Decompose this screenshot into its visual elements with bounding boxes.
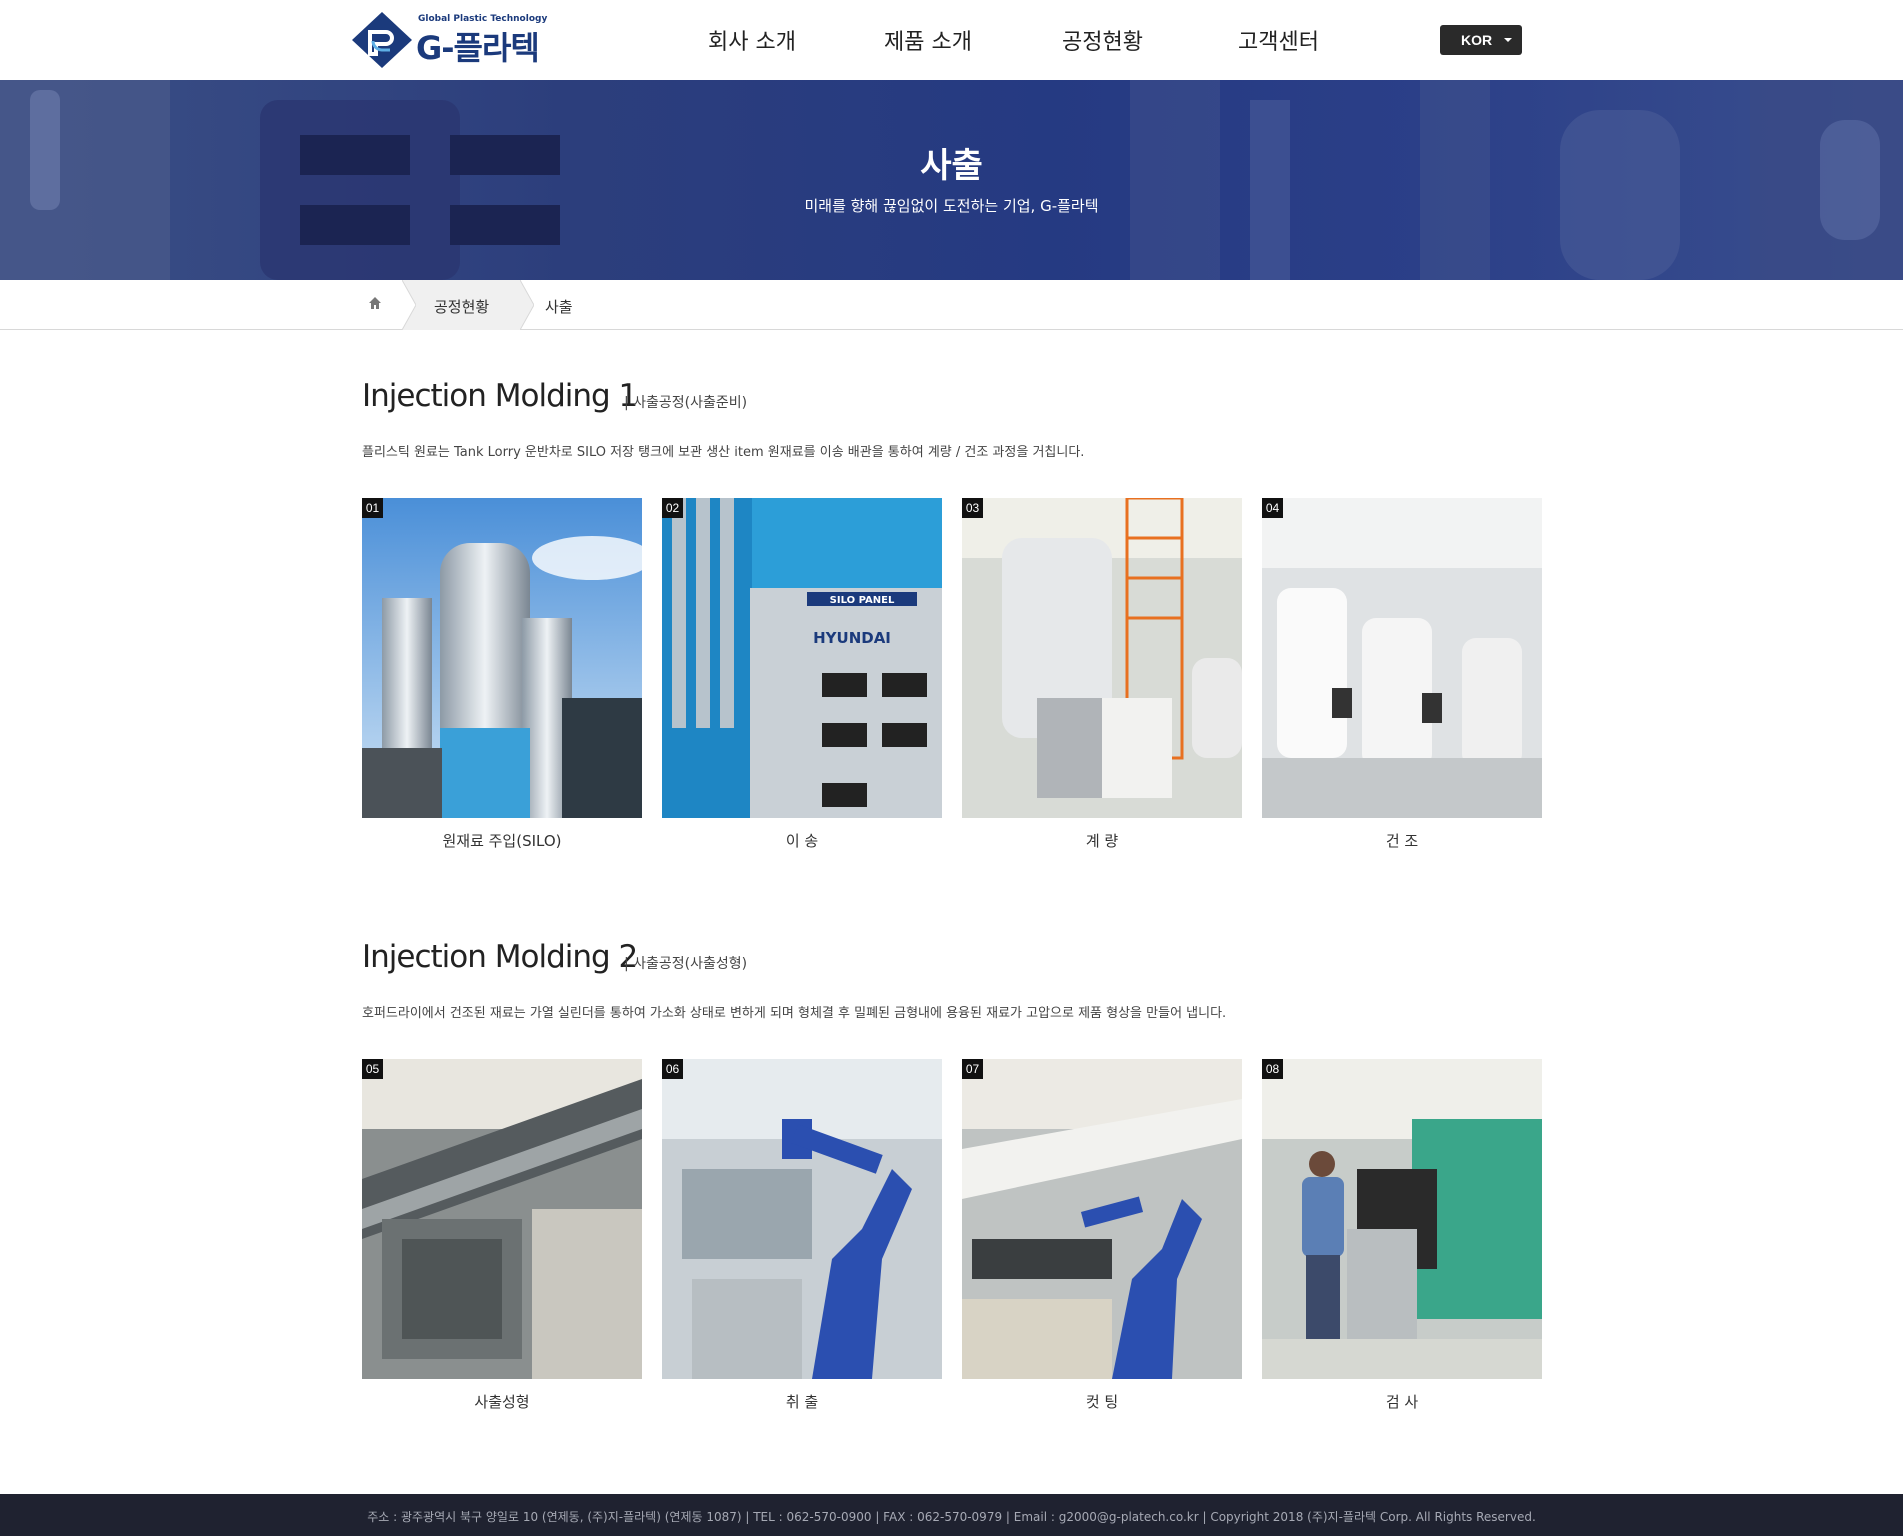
panel-label: SILO PANEL <box>830 595 895 606</box>
breadcrumb: 공정현황 사출 <box>0 280 1903 330</box>
card-caption: 사출성형 <box>474 1393 530 1411</box>
section-description: 플리스틱 원료는 Tank Lorry 운반차로 SILO 저장 탱크에 보관 … <box>362 445 1085 460</box>
banner-title: 사출 <box>920 146 983 186</box>
card-number: 03 <box>962 498 983 518</box>
card-number: 05 <box>362 1059 383 1079</box>
card-number: 07 <box>962 1059 983 1079</box>
metering-photo <box>962 498 1242 818</box>
banner-subtitle: 미래를 향해 끊임없이 도전하는 기업, G-플라텍 <box>804 197 1099 215</box>
card-number: 02 <box>662 498 683 518</box>
silo-panel-photo: SILO PANEL HYUNDAI <box>662 498 942 818</box>
language-select[interactable]: KOR <box>1440 25 1522 55</box>
nav-item-process[interactable]: 공정현황 <box>1062 24 1143 56</box>
section-subtitle: | 사출공정(사출성형) <box>624 956 748 972</box>
home-icon <box>369 297 381 309</box>
card-caption: 건 조 <box>1385 832 1419 850</box>
breadcrumb-separator-icon <box>520 280 534 330</box>
card-caption: 계 량 <box>1085 832 1119 850</box>
process-card-transfer[interactable]: SILO PANEL HYUNDAI 02 <box>662 498 942 818</box>
section-title: Injection Molding 2 <box>362 939 638 975</box>
process-card-metering[interactable]: 03 <box>962 498 1242 818</box>
card-caption: 컷 팅 <box>1085 1393 1119 1411</box>
breadcrumb-level1[interactable]: 공정현황 <box>402 280 520 330</box>
cutting-robot-photo <box>962 1059 1242 1379</box>
breadcrumb-separator-icon <box>402 280 416 330</box>
molding-machine-photo <box>362 1059 642 1379</box>
card-number: 06 <box>662 1059 683 1079</box>
breadcrumb-home[interactable] <box>350 280 402 330</box>
nav-item-products[interactable]: 제품 소개 <box>884 24 972 56</box>
nav-item-company[interactable]: 회사 소개 <box>708 24 796 56</box>
breadcrumb-current: 사출 <box>545 298 573 316</box>
section-subtitle: | 사출공정(사출준비) <box>624 395 748 411</box>
card-number: 01 <box>362 498 383 518</box>
language-label: KOR <box>1461 32 1493 48</box>
footer-info: 주소 : 광주광역시 북구 양일로 10 (연제동, (주)지-플라텍) (연제… <box>367 1510 1536 1524</box>
chevron-down-icon <box>1504 38 1512 42</box>
site-logo[interactable]: Global Plastic Technology G-플라텍 <box>350 10 547 70</box>
nav-item-support[interactable]: 고객센터 <box>1238 24 1319 56</box>
inspection-photo <box>1262 1059 1542 1379</box>
section-title: Injection Molding 1 <box>362 378 638 414</box>
silo-photo <box>362 498 642 818</box>
process-card-silo[interactable]: 01 <box>362 498 642 818</box>
dryer-photo <box>1262 498 1542 818</box>
panel-brand: HYUNDAI <box>813 629 891 647</box>
page-banner: 사출 미래를 향해 끊임없이 도전하는 기업, G-플라텍 <box>0 80 1903 280</box>
card-caption: 검 사 <box>1385 1393 1419 1411</box>
process-card-extraction[interactable]: 06 <box>662 1059 942 1379</box>
logo-name: G-플라텍 <box>416 29 540 67</box>
robot-arm-photo <box>662 1059 942 1379</box>
card-number: 04 <box>1262 498 1283 518</box>
process-card-molding[interactable]: 05 <box>362 1059 642 1379</box>
card-caption: 원재료 주입(SILO) <box>442 832 562 850</box>
site-header: Global Plastic Technology G-플라텍 회사 소개 제품… <box>0 0 1903 80</box>
process-card-cutting[interactable]: 07 <box>962 1059 1242 1379</box>
card-caption: 취 출 <box>785 1393 819 1411</box>
process-card-inspection[interactable]: 08 <box>1262 1059 1542 1379</box>
card-caption: 이 송 <box>785 832 819 850</box>
site-footer: 주소 : 광주광역시 북구 양일로 10 (연제동, (주)지-플라텍) (연제… <box>0 1494 1903 1536</box>
breadcrumb-level1-label: 공정현황 <box>434 298 490 316</box>
card-number: 08 <box>1262 1059 1283 1079</box>
process-card-drying[interactable]: 04 <box>1262 498 1542 818</box>
logo-mark-icon <box>352 12 412 68</box>
section-description: 호퍼드라이에서 건조된 재료는 가열 실린더를 통하여 가소화 상태로 변하게 … <box>362 1006 1227 1021</box>
